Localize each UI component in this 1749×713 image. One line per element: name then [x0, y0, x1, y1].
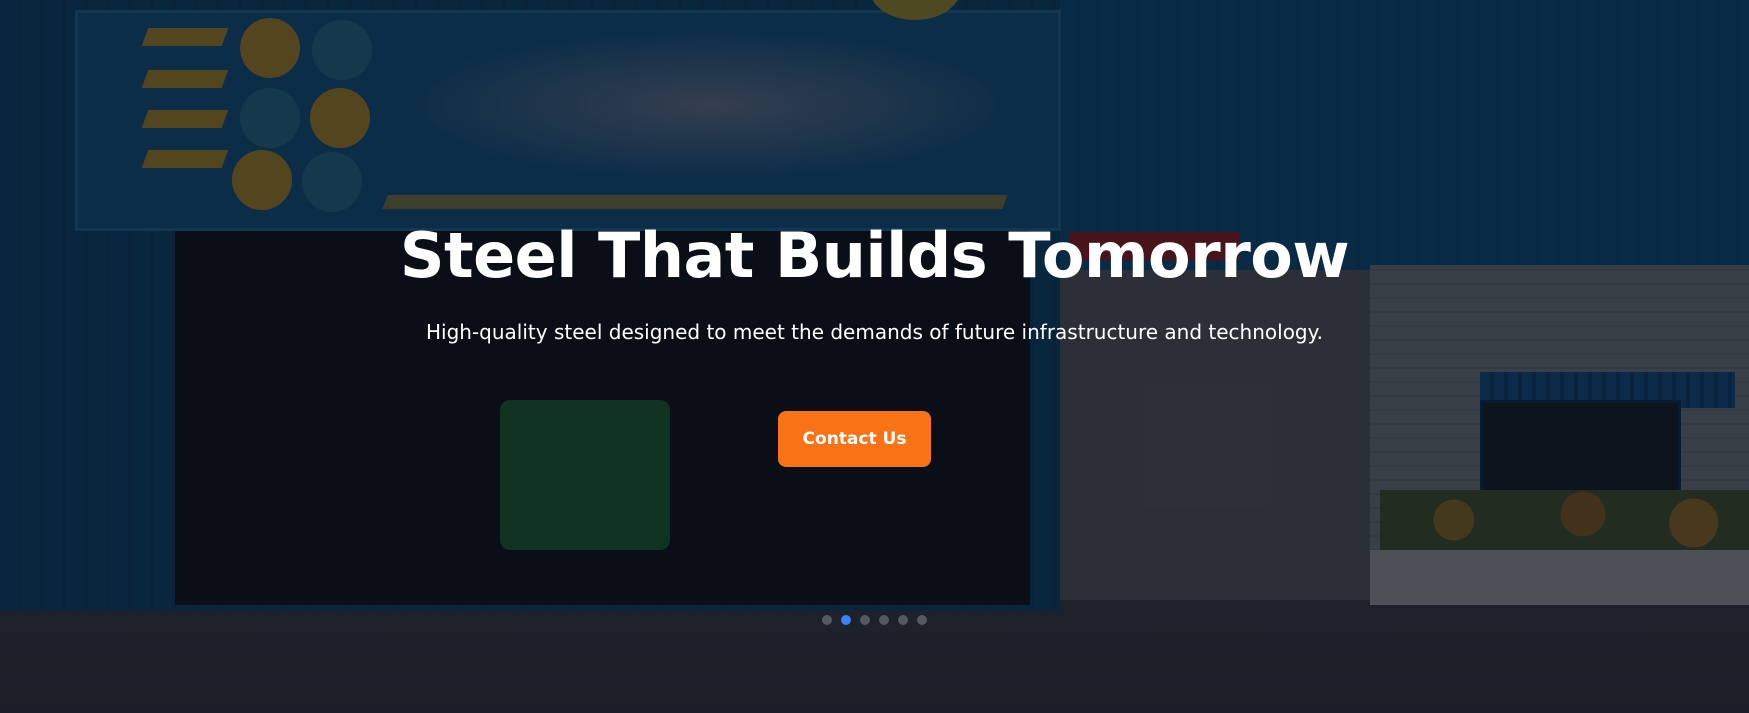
- carousel-dot[interactable]: [898, 615, 908, 625]
- hero-content: Steel That Builds Tomorrow High-quality …: [0, 0, 1749, 713]
- carousel-indicators: [0, 615, 1749, 625]
- carousel-dot[interactable]: [822, 615, 832, 625]
- carousel-dot[interactable]: [917, 615, 927, 625]
- carousel-dot[interactable]: [879, 615, 889, 625]
- carousel-dot[interactable]: [860, 615, 870, 625]
- hero-section: Steel That Builds Tomorrow High-quality …: [0, 0, 1749, 713]
- hero-title: Steel That Builds Tomorrow: [399, 219, 1350, 292]
- hero-subtitle: High-quality steel designed to meet the …: [426, 320, 1323, 344]
- carousel-dot-active[interactable]: [841, 615, 851, 625]
- contact-us-button[interactable]: Contact Us: [778, 411, 931, 467]
